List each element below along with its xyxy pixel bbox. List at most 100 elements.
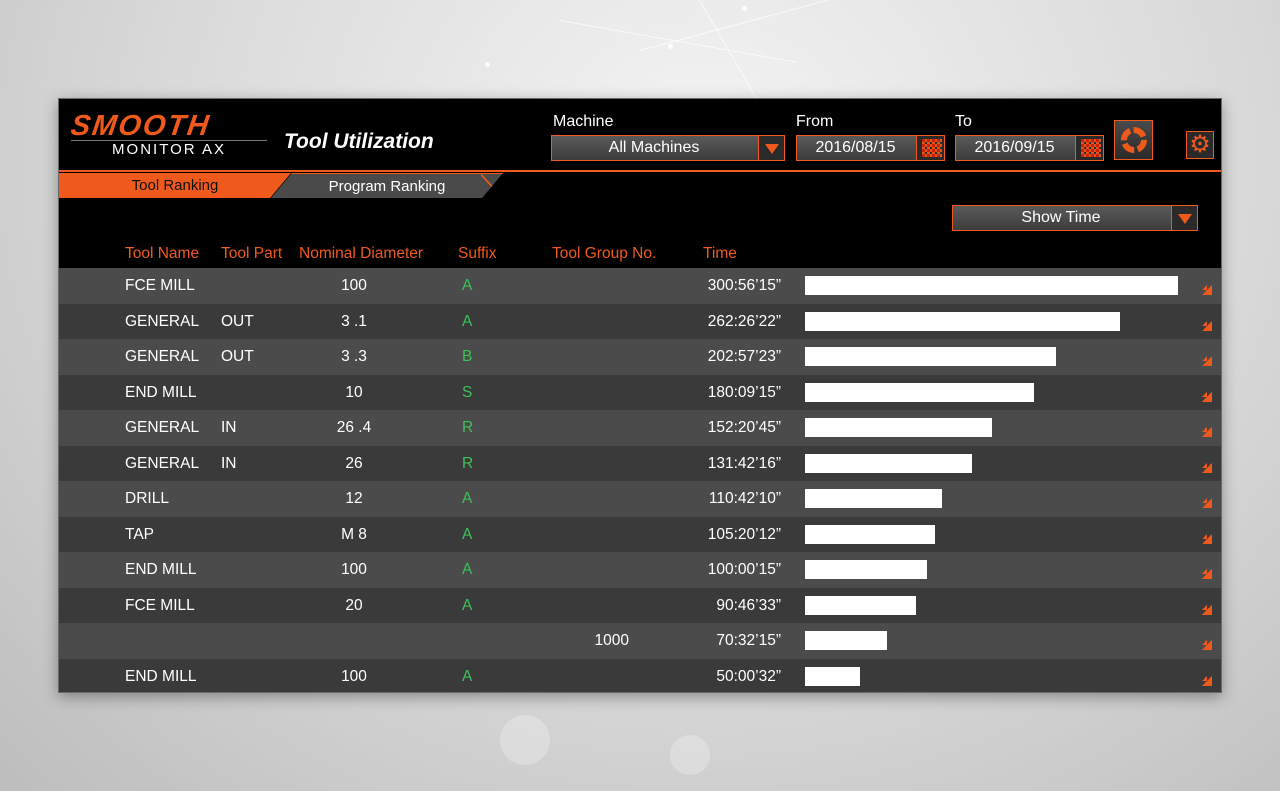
machine-label: Machine xyxy=(553,113,614,130)
table-row[interactable]: 1000 70:32’15” xyxy=(59,623,1221,659)
table-row[interactable]: FCE MILL 100 A 300:56’15” xyxy=(59,268,1221,304)
time-cell: 100:00’15” xyxy=(707,561,781,578)
view-select-value: Show Time xyxy=(1021,209,1101,226)
settings-button[interactable]: ⚙ xyxy=(1186,131,1214,159)
header-time[interactable]: Time xyxy=(703,245,737,263)
expand-corner-icon[interactable] xyxy=(1202,320,1212,331)
time-bar xyxy=(805,560,927,579)
tool-part-cell: OUT xyxy=(221,348,254,365)
tool-name-cell: END MILL xyxy=(125,561,197,578)
table-row[interactable]: GENERAL OUT 3 .3 B 202:57’23” xyxy=(59,339,1221,375)
calendar-icon[interactable] xyxy=(916,136,944,160)
expand-corner-icon[interactable] xyxy=(1202,498,1212,508)
header-tool-part[interactable]: Tool Part xyxy=(221,245,282,263)
tool-name-cell: GENERAL xyxy=(125,312,200,330)
table-row[interactable]: GENERAL IN 26 R 131:42’16” xyxy=(59,445,1221,481)
nominal-diameter-cell: 3 .3 xyxy=(341,348,367,365)
header-tool-name[interactable]: Tool Name xyxy=(125,245,199,263)
nominal-diameter-cell: 26 .4 xyxy=(336,419,372,436)
suffix-cell: A xyxy=(462,525,473,543)
nominal-diameter-cell: 26 xyxy=(345,454,363,472)
time-bar xyxy=(805,666,860,686)
expand-corner-icon[interactable] xyxy=(1202,569,1212,579)
expand-corner-icon[interactable] xyxy=(1202,391,1212,402)
tool-name-cell: FCE MILL xyxy=(125,596,195,614)
calendar-grid xyxy=(1081,139,1101,157)
table-row[interactable]: DRILL 12 A 110:42’10” xyxy=(59,481,1221,517)
machine-select[interactable]: All Machines xyxy=(551,135,785,161)
tool-group-cell: 1000 xyxy=(594,632,629,649)
to-date-value: 2016/09/15 xyxy=(974,139,1055,156)
time-bar xyxy=(805,524,935,544)
expand-corner-icon[interactable] xyxy=(1202,604,1212,615)
smooth-monitor-logo: SMOOTH MONITOR AX xyxy=(68,110,267,158)
background-glow xyxy=(500,715,550,765)
nominal-diameter-cell: M 8 xyxy=(341,525,367,543)
time-cell: 300:56’15” xyxy=(707,277,781,294)
time-cell: 105:20’12” xyxy=(707,525,781,543)
tab-tool-ranking[interactable]: Tool Ranking xyxy=(59,173,291,198)
table-row[interactable]: END MILL 100 A 100:00’15” xyxy=(59,552,1221,588)
table-row[interactable]: GENERAL IN 26 .4 R 152:20’45” xyxy=(59,410,1221,446)
tool-name-cell: GENERAL xyxy=(125,419,200,436)
expand-corner-icon[interactable] xyxy=(1202,427,1212,437)
chevron-down-icon[interactable] xyxy=(758,136,784,160)
table-row[interactable]: GENERAL OUT 3 .1 A 262:26’22” xyxy=(59,303,1221,339)
expand-corner-icon[interactable] xyxy=(1202,462,1212,473)
suffix-cell: A xyxy=(462,596,473,614)
expand-corner-icon[interactable] xyxy=(1202,640,1212,650)
from-date-field[interactable]: 2016/08/15 xyxy=(796,135,945,161)
time-cell: 180:09’15” xyxy=(707,383,781,401)
tool-part-cell: OUT xyxy=(221,312,254,330)
time-bar xyxy=(805,595,916,615)
header-tool-group[interactable]: Tool Group No. xyxy=(552,245,656,263)
table-row[interactable]: FCE MILL 20 A 90:46’33” xyxy=(59,587,1221,623)
time-cell: 131:42’16” xyxy=(707,454,781,472)
nominal-diameter-cell: 100 xyxy=(341,667,367,685)
expand-corner-icon[interactable] xyxy=(1202,533,1212,544)
tool-name-cell: END MILL xyxy=(125,667,197,685)
suffix-cell: R xyxy=(462,454,474,472)
tool-name-cell: TAP xyxy=(125,525,154,543)
table-row[interactable]: END MILL 10 S 180:09’15” xyxy=(59,374,1221,410)
time-bar xyxy=(805,276,1178,295)
tool-name-cell: DRILL xyxy=(125,490,169,507)
to-date-field[interactable]: 2016/09/15 xyxy=(955,135,1104,161)
nominal-diameter-cell: 3 .1 xyxy=(341,312,367,330)
suffix-cell: B xyxy=(462,348,473,365)
refresh-button[interactable] xyxy=(1114,120,1153,160)
to-label: To xyxy=(955,113,972,130)
suffix-cell: A xyxy=(462,561,473,578)
tab-program-ranking[interactable]: Program Ranking xyxy=(271,173,503,198)
calendar-icon[interactable] xyxy=(1075,136,1103,160)
header-suffix[interactable]: Suffix xyxy=(458,245,497,263)
time-bar xyxy=(805,489,942,508)
suffix-cell: A xyxy=(462,277,473,294)
page-title: Tool Utilization xyxy=(284,130,434,153)
time-cell: 50:00’32” xyxy=(716,667,781,685)
tool-name-cell: GENERAL xyxy=(125,348,200,365)
expand-corner-icon[interactable] xyxy=(1202,285,1212,295)
time-cell: 202:57’23” xyxy=(707,348,781,365)
table-row[interactable]: TAP M 8 A 105:20’12” xyxy=(59,516,1221,552)
background-dot xyxy=(742,6,747,11)
tool-ranking-table: FCE MILL 100 A 300:56’15” GENERAL OUT 3 .1 A 26 2… xyxy=(59,268,1221,692)
suffix-cell: R xyxy=(462,419,474,436)
time-bar xyxy=(805,311,1120,331)
nominal-diameter-cell: 12 xyxy=(345,490,363,507)
logo-wordmark: SMOOTH xyxy=(68,110,213,142)
table-row[interactable]: END MILL 100 A 50:00’32” xyxy=(59,658,1221,692)
suffix-cell: A xyxy=(462,312,473,330)
expand-corner-icon[interactable] xyxy=(1202,356,1212,366)
chevron-down-icon[interactable] xyxy=(1171,206,1197,230)
time-cell: 90:46’33” xyxy=(716,596,781,614)
tool-name-cell: FCE MILL xyxy=(125,277,195,294)
header-nominal-diameter[interactable]: Nominal Diameter xyxy=(299,245,423,263)
calendar-grid xyxy=(922,139,942,157)
time-bar xyxy=(805,347,1056,366)
tool-name-cell: GENERAL xyxy=(125,454,200,472)
expand-corner-icon[interactable] xyxy=(1202,675,1212,686)
time-bar xyxy=(805,418,992,437)
tool-part-cell: IN xyxy=(221,454,237,472)
view-select[interactable]: Show Time xyxy=(952,205,1198,231)
